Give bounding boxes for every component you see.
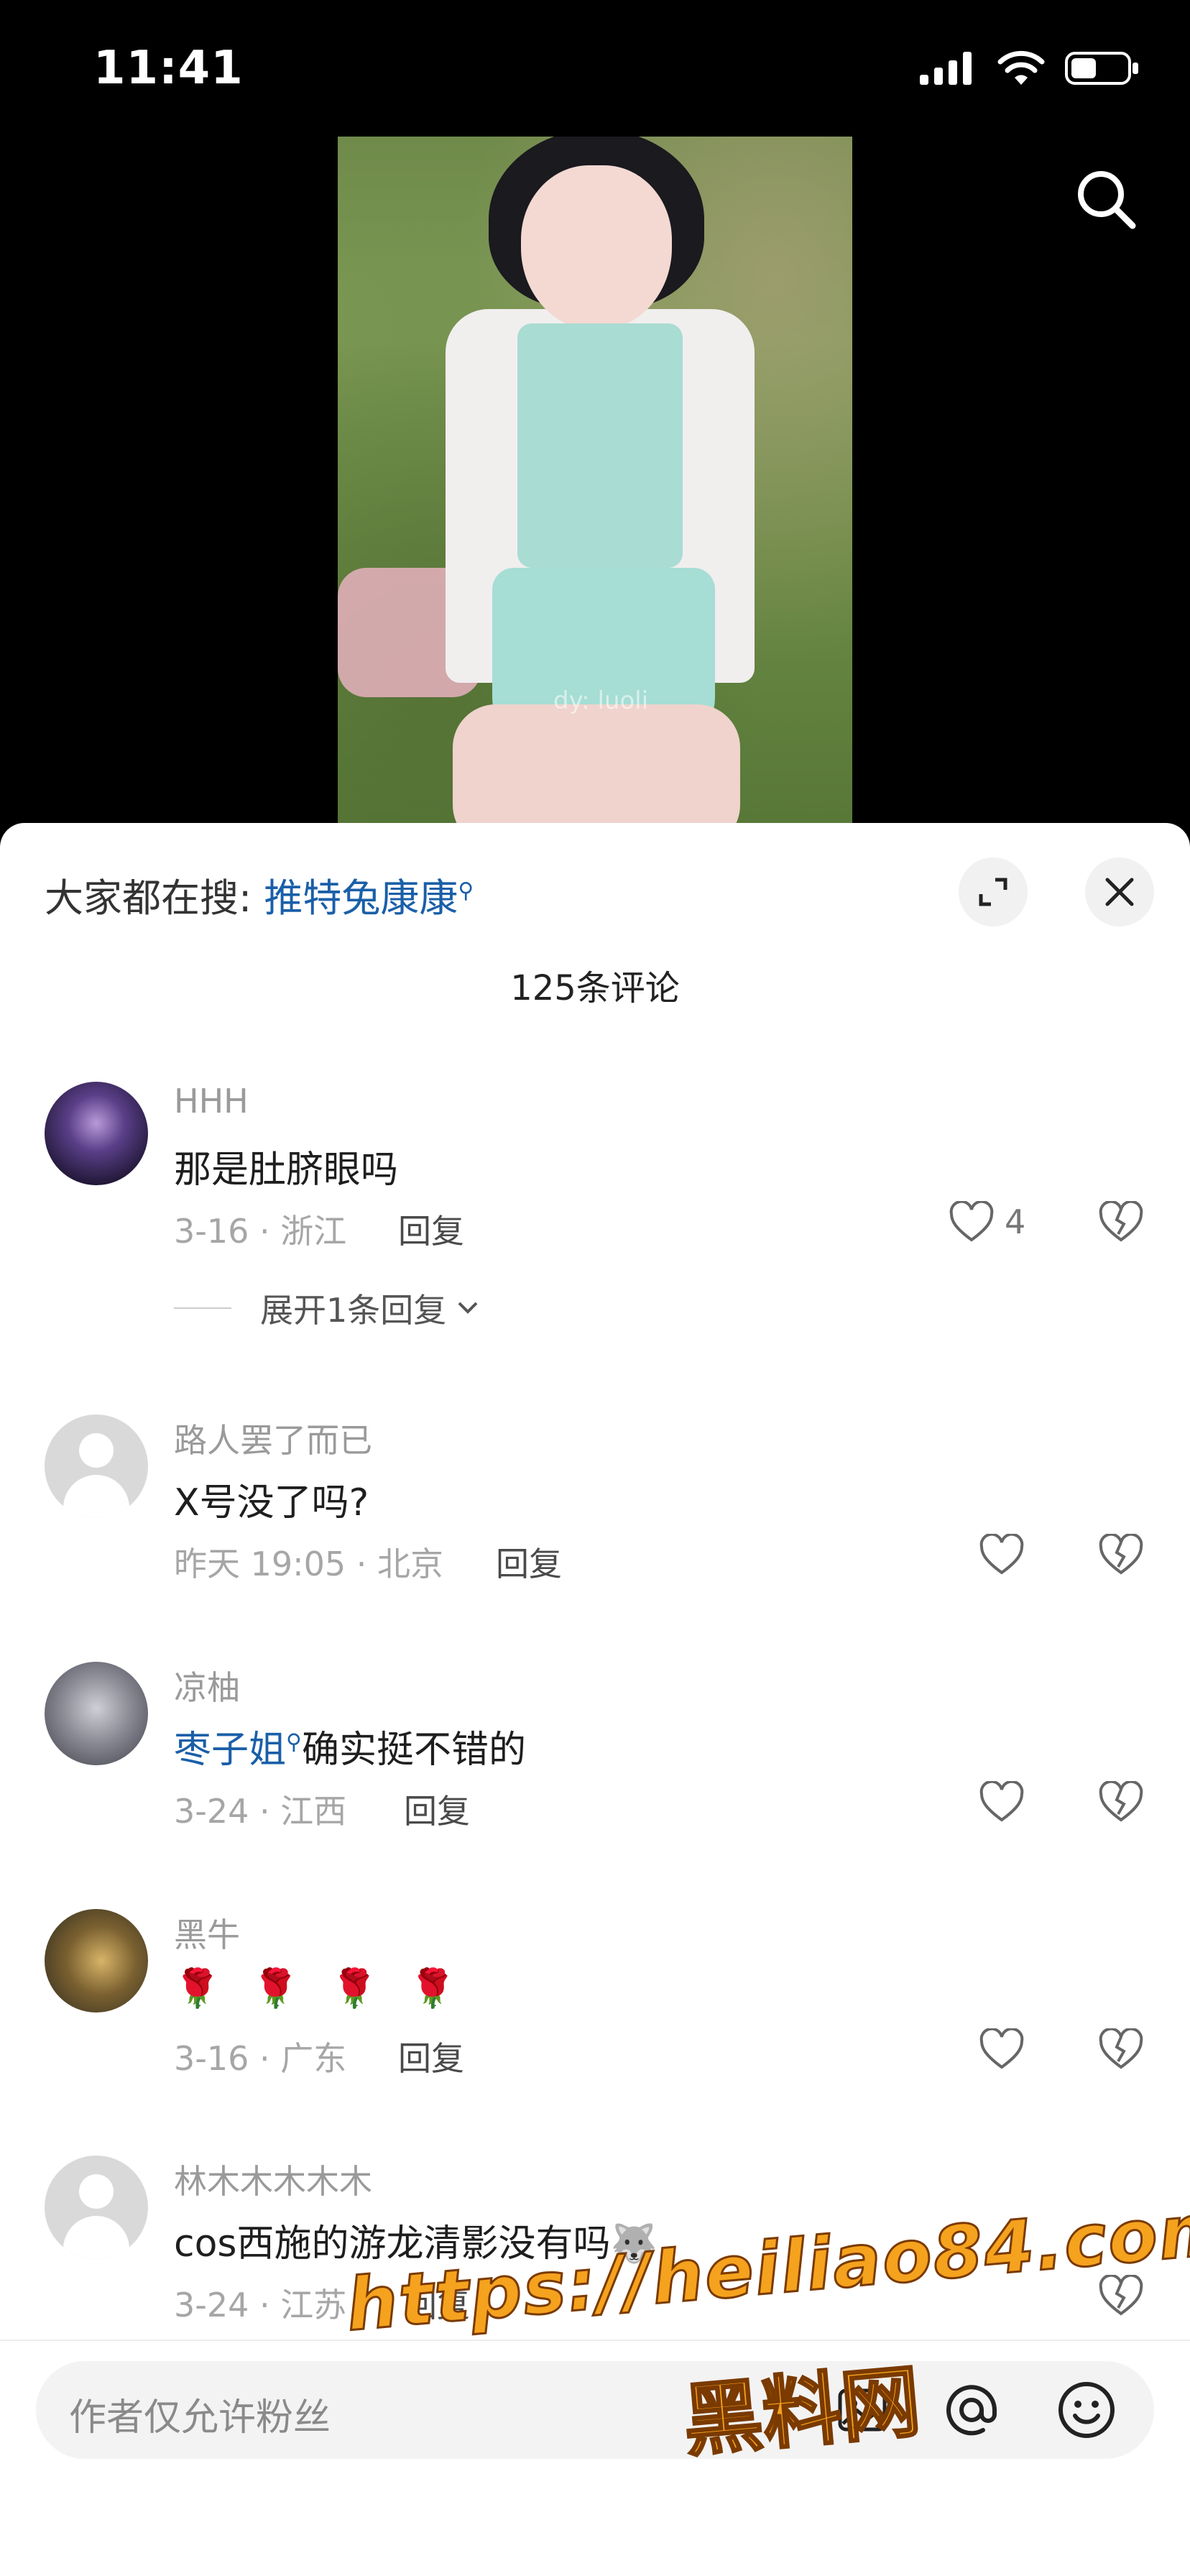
hot-search-query[interactable]: 推特兔康康 <box>264 875 458 921</box>
comments-count: 125条评论 <box>510 968 680 1008</box>
mention-link[interactable]: 枣子姐 <box>174 1729 286 1772</box>
like-button[interactable] <box>979 2028 1025 2070</box>
broken-heart-icon <box>1099 1200 1143 1242</box>
comment-item: 凉柚 枣子姐⚲确实挺不错的 3-24 · 江西 回复 <box>45 1662 1151 1849</box>
comment-item: 路人罢了而已 X号没了吗? 昨天 19:05 · 北京 回复 <box>45 1414 1151 1601</box>
cellular-signal-icon <box>920 52 972 85</box>
comment-username[interactable]: 路人罢了而已 <box>174 1414 372 1462</box>
expand-replies[interactable]: 展开1条回复 <box>174 1284 482 1332</box>
search-small-icon: ⚲ <box>458 878 474 903</box>
like-count: 4 <box>1005 1202 1026 1241</box>
comment-item: 黑牛 🌹 🌹 🌹 🌹 3-16 · 广东 回复 <box>45 1909 1151 2096</box>
at-icon <box>946 2385 997 2436</box>
broken-heart-icon <box>1099 1780 1143 1822</box>
expand-replies-label: 展开1条回复 <box>260 1291 447 1330</box>
dislike-button[interactable] <box>1098 1780 1144 1826</box>
comment-text: 那是肚脐眼吗 <box>174 1149 399 1192</box>
emoji-icon <box>1058 2382 1115 2438</box>
comment-meta: 3-24 · 江苏 <box>174 2286 347 2324</box>
comment-text: 枣子姐⚲确实挺不错的 <box>174 1719 526 1773</box>
video-figure-part <box>517 323 683 568</box>
heart-icon <box>979 1534 1024 1575</box>
status-time: 11:41 <box>93 42 244 95</box>
comment-item: HHH 那是肚脐眼吗 3-16 · 浙江 回复 4 展开1条回复 <box>45 1082 1151 1340</box>
dislike-button[interactable] <box>1098 2027 1144 2073</box>
app-screen: 11:41 dy: luoli 大家都在搜: 推特兔康康⚲ 125条评论 HHH… <box>0 0 1190 2576</box>
expand-icon <box>979 878 1007 906</box>
reply-button[interactable]: 回复 <box>404 1785 470 1833</box>
avatar[interactable] <box>45 1082 148 1185</box>
heart-icon <box>949 1201 994 1242</box>
avatar[interactable] <box>45 1909 148 2012</box>
dislike-button[interactable] <box>1098 1200 1144 1246</box>
like-button[interactable] <box>979 1781 1025 1823</box>
heart-icon <box>979 2028 1024 2069</box>
expand-button[interactable] <box>959 857 1028 926</box>
overlay-brand-watermark: 黑料网 <box>678 2354 925 2468</box>
chevron-down-icon <box>458 1302 478 1314</box>
status-bar: 11:41 <box>0 0 1190 137</box>
video-watermark: dy: luoli <box>553 686 649 715</box>
close-button[interactable] <box>1085 857 1154 926</box>
comment-meta: 3-16 · 广东 <box>174 2039 347 2078</box>
heart-icon <box>979 1781 1024 1822</box>
dislike-button[interactable] <box>1098 2273 1144 2319</box>
comment-username[interactable]: 林木木木木木 <box>174 2156 372 2203</box>
video-preview[interactable]: dy: luoli <box>338 137 852 823</box>
wifi-icon <box>997 50 1045 85</box>
comment-meta: 3-24 · 江西 <box>174 1792 347 1831</box>
comment-meta: 3-16 · 浙江 <box>174 1212 347 1251</box>
comment-meta: 昨天 19:05 · 北京 <box>174 1545 444 1583</box>
hot-search-prefix: 大家都在搜: <box>45 875 264 921</box>
comment-text: X号没了吗? <box>174 1481 369 1524</box>
video-figure-part <box>521 165 672 331</box>
avatar[interactable] <box>45 1414 148 1518</box>
hot-search[interactable]: 大家都在搜: 推特兔康康⚲ <box>45 866 474 923</box>
broken-heart-icon <box>1099 1532 1143 1575</box>
video-figure-part <box>453 704 740 823</box>
comment-username[interactable]: HHH <box>174 1082 249 1121</box>
avatar[interactable] <box>45 2156 148 2259</box>
comment-input-placeholder: 作者仅允许粉丝 <box>69 2396 331 2439</box>
broken-heart-icon <box>1099 2027 1143 2069</box>
reply-button[interactable]: 回复 <box>496 1538 562 1586</box>
emoji-button[interactable] <box>1051 2374 1122 2446</box>
comment-username[interactable]: 黑牛 <box>174 1909 240 1956</box>
divider <box>174 1307 231 1309</box>
battery-icon <box>1065 52 1138 85</box>
reply-button[interactable]: 回复 <box>398 1205 464 1253</box>
comment-text-body: 确实挺不错的 <box>302 1729 527 1772</box>
search-icon <box>1078 171 1136 229</box>
close-icon <box>1105 878 1134 906</box>
comment-username[interactable]: 凉柚 <box>174 1662 240 1709</box>
search-button[interactable] <box>1071 164 1143 236</box>
comment-text: 🌹 🌹 🌹 🌹 <box>174 1967 466 2010</box>
avatar[interactable] <box>45 1662 148 1765</box>
status-icons <box>920 50 1140 86</box>
mention-button[interactable] <box>936 2374 1007 2446</box>
reply-button[interactable]: 回复 <box>398 2033 464 2080</box>
like-button[interactable]: 4 <box>949 1201 1025 1243</box>
dislike-button[interactable] <box>1098 1532 1144 1578</box>
like-button[interactable] <box>979 1534 1025 1576</box>
search-small-icon: ⚲ <box>286 1729 302 1755</box>
